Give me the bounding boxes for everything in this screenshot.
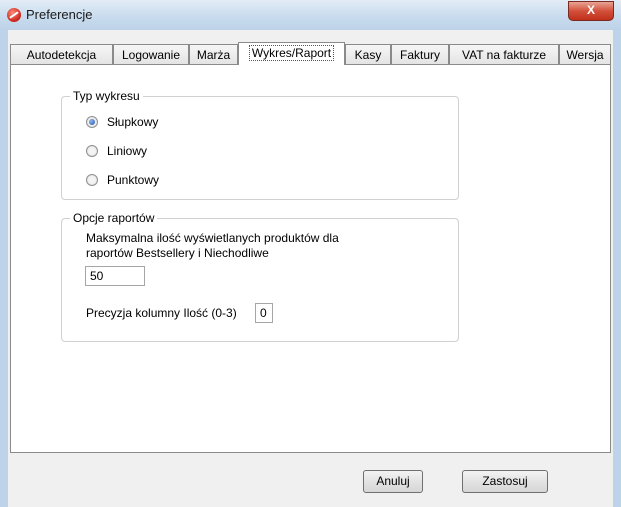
dialog-client-area: Autodetekcja Logowanie Marża Wykres/Rapo…	[8, 30, 613, 507]
group-title: Typ wykresu	[70, 89, 143, 103]
max-products-label-line2: raportów Bestsellery i Niechodliwe	[86, 246, 269, 260]
tab-label: Wersja	[566, 48, 604, 62]
close-button[interactable]: X	[568, 1, 614, 21]
tab-faktury[interactable]: Faktury	[391, 44, 449, 64]
tab-marza[interactable]: Marża	[189, 44, 238, 64]
title-bar[interactable]: Preferencje X	[0, 0, 621, 30]
tab-label: Faktury	[399, 48, 440, 62]
tab-autodetekcja[interactable]: Autodetekcja	[10, 44, 113, 64]
tab-label: Marża	[196, 48, 231, 62]
radio-unchecked-icon	[86, 145, 98, 157]
report-options-group: Opcje raportów Maksymalna ilość wyświetl…	[61, 211, 459, 342]
tab-logowanie[interactable]: Logowanie	[113, 44, 189, 64]
tab-vat-na-fakturze[interactable]: VAT na fakturze	[449, 44, 559, 64]
tab-label: Kasy	[354, 48, 382, 62]
tab-wersja[interactable]: Wersja	[559, 44, 611, 64]
max-products-label: Maksymalna ilość wyświetlanych produktów…	[86, 231, 339, 245]
preferences-window: Preferencje X Autodetekcja Logowanie Mar…	[0, 0, 621, 507]
tab-strip: Autodetekcja Logowanie Marża Wykres/Rapo…	[10, 42, 611, 65]
precision-input[interactable]: 0	[255, 303, 273, 323]
precision-label: Precyzja kolumny Ilość (0-3)	[86, 306, 237, 320]
chart-type-group: Typ wykresu Słupkowy Liniowy Punktowy	[61, 89, 459, 200]
radio-unchecked-icon	[86, 174, 98, 186]
window-title: Preferencje	[26, 7, 93, 22]
apply-button[interactable]: Zastosuj	[462, 470, 548, 493]
tab-label: Logowanie	[121, 48, 181, 62]
radio-label: Punktowy	[107, 173, 160, 187]
radio-label: Liniowy	[107, 144, 148, 158]
cancel-button[interactable]: Anuluj	[363, 470, 423, 493]
app-logo-icon	[7, 8, 21, 22]
tab-label: VAT na fakturze	[461, 48, 547, 62]
radio-checked-icon	[86, 116, 98, 128]
tab-label: Wykres/Raport	[248, 45, 335, 61]
tab-kasy[interactable]: Kasy	[345, 44, 391, 64]
tab-wykres-raport[interactable]: Wykres/Raport	[238, 42, 345, 65]
max-products-input[interactable]: 50	[85, 266, 145, 286]
radio-label: Słupkowy	[107, 115, 159, 129]
tab-panel-wykres-raport: Typ wykresu Słupkowy Liniowy Punktowy Op…	[10, 64, 611, 453]
tab-label: Autodetekcja	[26, 48, 97, 62]
group-title: Opcje raportów	[70, 211, 158, 225]
